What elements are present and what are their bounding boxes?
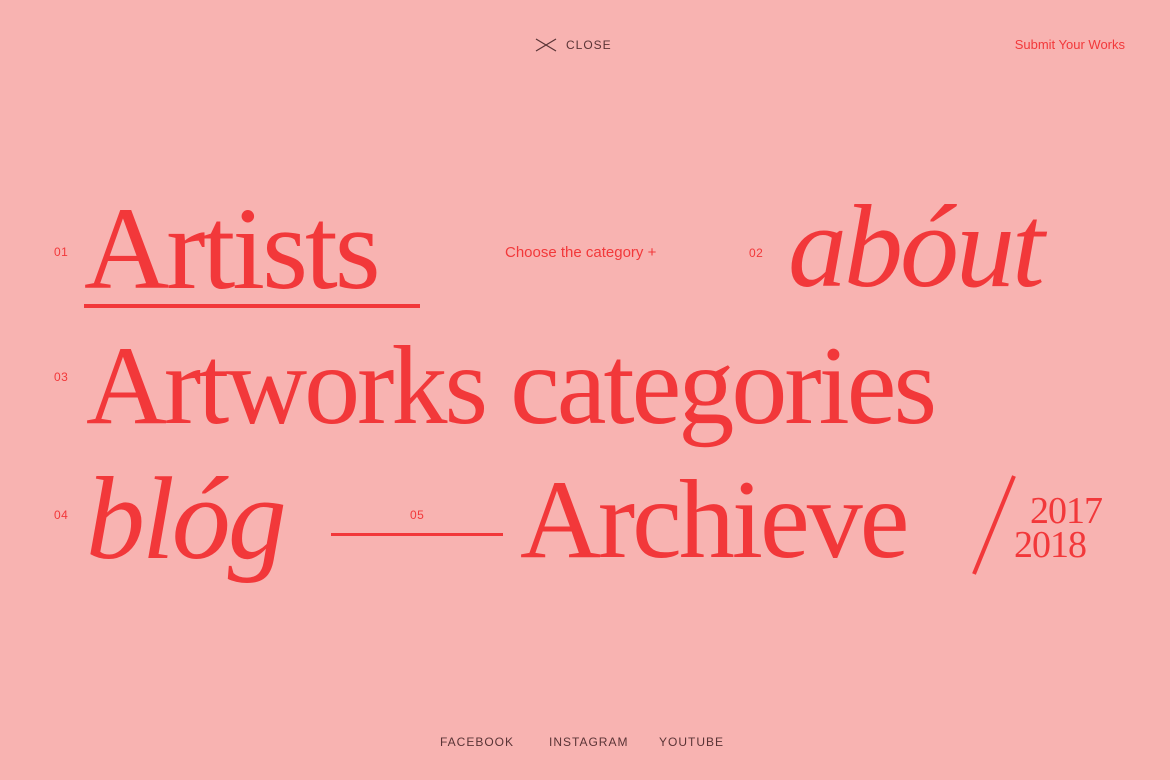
archive-years: 2017 2018 bbox=[1014, 492, 1103, 564]
instagram-link[interactable]: INSTAGRAM bbox=[549, 735, 628, 749]
menu-number-02: 02 bbox=[749, 246, 764, 260]
choose-category-toggle[interactable]: Choose the category + bbox=[505, 244, 656, 261]
close-label: CLOSE bbox=[566, 38, 612, 52]
submit-works-link[interactable]: Submit Your Works bbox=[1015, 37, 1125, 52]
menu-number-03: 03 bbox=[54, 370, 69, 384]
menu-item-artworks-categories[interactable]: Artworks categories bbox=[86, 330, 937, 442]
menu-item-blog[interactable]: blóg bbox=[86, 460, 287, 578]
active-underline bbox=[84, 304, 420, 308]
divider-line bbox=[331, 533, 503, 536]
archive-year-2017[interactable]: 2017 bbox=[1030, 492, 1103, 530]
menu-number-04: 04 bbox=[54, 508, 69, 522]
archive-year-2018[interactable]: 2018 bbox=[1014, 526, 1102, 564]
menu-item-artists[interactable]: Artists bbox=[84, 190, 381, 308]
slash-divider bbox=[968, 474, 1018, 583]
menu-number-05: 05 bbox=[410, 508, 425, 522]
menu-item-archieve[interactable]: Archieve bbox=[520, 464, 909, 576]
youtube-link[interactable]: YOUTUBE bbox=[659, 735, 724, 749]
close-icon bbox=[535, 38, 557, 52]
facebook-link[interactable]: FACEBOOK bbox=[440, 735, 514, 749]
close-button[interactable]: CLOSE bbox=[535, 37, 612, 53]
menu-item-about[interactable]: abóut bbox=[788, 188, 1045, 306]
menu-number-01: 01 bbox=[54, 245, 69, 259]
